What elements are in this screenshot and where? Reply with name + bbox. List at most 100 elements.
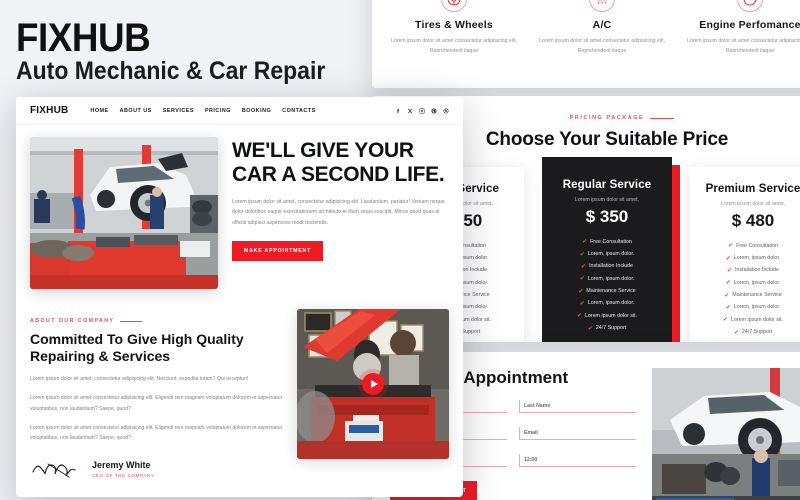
plan-name: Premium Service [705, 183, 800, 195]
service-text: Lorem ipsum dolor sit amet consectetur a… [687, 38, 800, 54]
check-icon: ✔ [582, 239, 588, 246]
about-section: ABOUT OUR COMPANY Committed To Give High… [16, 289, 463, 481]
signature-row: Jeremy White CEO OF THE COMPANY [30, 457, 283, 481]
plan-feature-label: 24/7 Support [595, 325, 627, 332]
plan-feature: ✔Lorem, ipsum dolor. [550, 298, 664, 310]
hero-paragraph: Lorem ipsum dolor sit amet, consectetur … [232, 199, 445, 226]
plan-feature: ✔Lorem, ipsum dolor. [698, 302, 800, 314]
appointment-column-right: Last Name Email 12:00 [519, 400, 636, 467]
plan-feature: ✔Lorem ipsum dolor sit. [698, 314, 800, 326]
service-item[interactable]: Engine Perfomance Lorem ipsum dolor sit … [678, 0, 800, 56]
plan-feature: ✔24/7 Support [698, 327, 800, 339]
check-icon: ✔ [725, 305, 731, 312]
about-video-thumbnail[interactable] [297, 309, 449, 459]
white-car-on-lift-photo [652, 368, 800, 500]
nav-link-booking[interactable]: BOOKING [242, 108, 271, 114]
check-icon: ✔ [722, 317, 728, 324]
pinterest-icon[interactable] [431, 107, 437, 114]
check-icon: ✔ [587, 325, 593, 332]
check-icon: ✔ [728, 243, 734, 250]
nav-link-contacts[interactable]: CONTACTS [282, 108, 316, 114]
engine-performance-icon [737, 0, 763, 12]
nav-link-pricing[interactable]: PRICING [205, 108, 231, 114]
hero-photo [30, 137, 218, 289]
plan-feature-label: Maintenance Service [586, 288, 636, 295]
check-icon: ✔ [576, 313, 582, 320]
pricing-card-premium[interactable]: Premium Service Lorem ipsum dolor sit am… [690, 167, 800, 342]
about-paragraph-3: Lorem ipsum dolor sit amet consectetur a… [30, 424, 283, 441]
plan-feature-label: Lorem, ipsum dolor. [587, 250, 635, 257]
instagram-icon[interactable] [419, 108, 425, 114]
field-label: Last Name [524, 403, 551, 409]
about-eyebrow: ABOUT OUR COMPANY [30, 318, 144, 324]
plan-feature-label: Maintenance Service [732, 292, 782, 299]
service-item[interactable]: A/C Lorem ipsum dolor sit amet consectet… [530, 0, 674, 56]
email-field[interactable]: Email [519, 427, 636, 440]
plan-feature: ✔Maintenance Service [698, 290, 800, 302]
nav-link-services[interactable]: SERVICES [163, 108, 194, 114]
service-text: Lorem ipsum dolor sit amet consectetur a… [539, 38, 665, 54]
plan-feature: ✔Lorem, ipsum dolor. [550, 248, 664, 260]
last-name-field[interactable]: Last Name [519, 400, 636, 413]
hero-text-block: WE'LL GIVE YOUR CAR A SECOND LIFE. Lorem… [232, 137, 449, 289]
field-label: Email [524, 430, 538, 436]
service-title: A/C [592, 19, 612, 31]
plan-feature-label: Lorem, ipsum dolor. [733, 279, 781, 286]
signature-icon [32, 463, 76, 478]
tire-wheel-icon [441, 0, 467, 12]
plan-name: Regular Service [562, 179, 652, 191]
appointment-photo [652, 368, 800, 500]
plan-feature-label: Lorem ipsum dolor sit. [584, 312, 638, 319]
nav-link-home[interactable]: HOME [90, 108, 108, 114]
plan-feature: ✔Free Consultation [698, 240, 800, 252]
site-logo[interactable]: FIXHUB [30, 105, 68, 116]
air-conditioning-icon [589, 0, 615, 12]
nav-links: HOME ABOUT US SERVICES PRICING BOOKING C… [90, 108, 315, 114]
signature-name: Jeremy White [92, 459, 151, 470]
time-field[interactable]: 12:00 [519, 454, 636, 467]
plan-feature-label: Free Consultation [590, 238, 632, 245]
play-button-icon[interactable] [362, 373, 384, 395]
plan-feature-label: Installation Include [735, 267, 779, 274]
plan-feature: ✔Lorem, ipsum dolor. [550, 273, 664, 285]
x-twitter-icon[interactable] [407, 108, 413, 114]
service-item[interactable]: Tires & Wheels Lorem ipsum dolor sit ame… [382, 0, 526, 56]
check-icon: ✔ [725, 255, 731, 262]
plan-feature: ✔Maintenance Service [550, 286, 664, 298]
plan-feature-label: Free Consultation [736, 242, 778, 249]
pricing-card-regular[interactable]: Regular Service Lorem ipsum dolor sit am… [542, 157, 672, 342]
plan-feature-label: Lorem, ipsum dolor. [733, 254, 781, 261]
check-icon: ✔ [579, 251, 585, 258]
service-title: Tires & Wheels [415, 19, 493, 31]
plan-feature-label: Installation Include [589, 263, 633, 270]
dribbble-icon[interactable] [443, 108, 449, 114]
plan-feature: ✔Installation Include [698, 265, 800, 277]
nav-social-links [395, 107, 449, 114]
facebook-icon[interactable] [395, 108, 401, 114]
plan-feature: ✔Lorem, ipsum dolor. [698, 252, 800, 264]
nav-link-about-us[interactable]: ABOUT US [120, 108, 152, 114]
check-icon: ✔ [579, 276, 585, 283]
plan-desc: Lorem ipsum dolor sit amet, [720, 201, 785, 207]
services-strip-card: Tires & Wheels Lorem ipsum dolor sit ame… [372, 0, 800, 88]
main-site-card: FIXHUB HOME ABOUT US SERVICES PRICING BO… [16, 97, 463, 497]
signature-role: CEO OF THE COMPANY [92, 473, 155, 479]
plan-feature-label: Lorem, ipsum dolor. [733, 304, 781, 311]
check-icon: ✔ [724, 292, 730, 299]
plan-feature-list: ✔Free Consultation ✔Lorem, ipsum dolor. … [550, 236, 664, 335]
check-icon: ✔ [579, 301, 585, 308]
about-paragraph-2: Lorem ipsum dolor sit amet consectetur a… [30, 395, 283, 412]
check-icon: ✔ [727, 267, 733, 274]
plan-feature-label: 24/7 Support [741, 329, 773, 336]
page-subtitle: Auto Mechanic & Car Repair [16, 57, 326, 85]
service-text: Lorem ipsum dolor sit amet consectetur a… [391, 38, 517, 54]
hero-cta-button[interactable]: Make Appointment [232, 241, 324, 262]
plan-price: $ 480 [731, 211, 775, 230]
check-icon: ✔ [581, 263, 587, 270]
about-heading: Committed To Give High Quality Repairing… [30, 331, 244, 365]
signature-text: Jeremy White CEO OF THE COMPANY [92, 460, 154, 479]
field-label: 12:00 [524, 457, 538, 463]
about-text-block: ABOUT OUR COMPANY Committed To Give High… [30, 309, 283, 481]
check-icon: ✔ [578, 288, 584, 295]
plan-feature: ✔Lorem, ipsum dolor. [698, 277, 800, 289]
